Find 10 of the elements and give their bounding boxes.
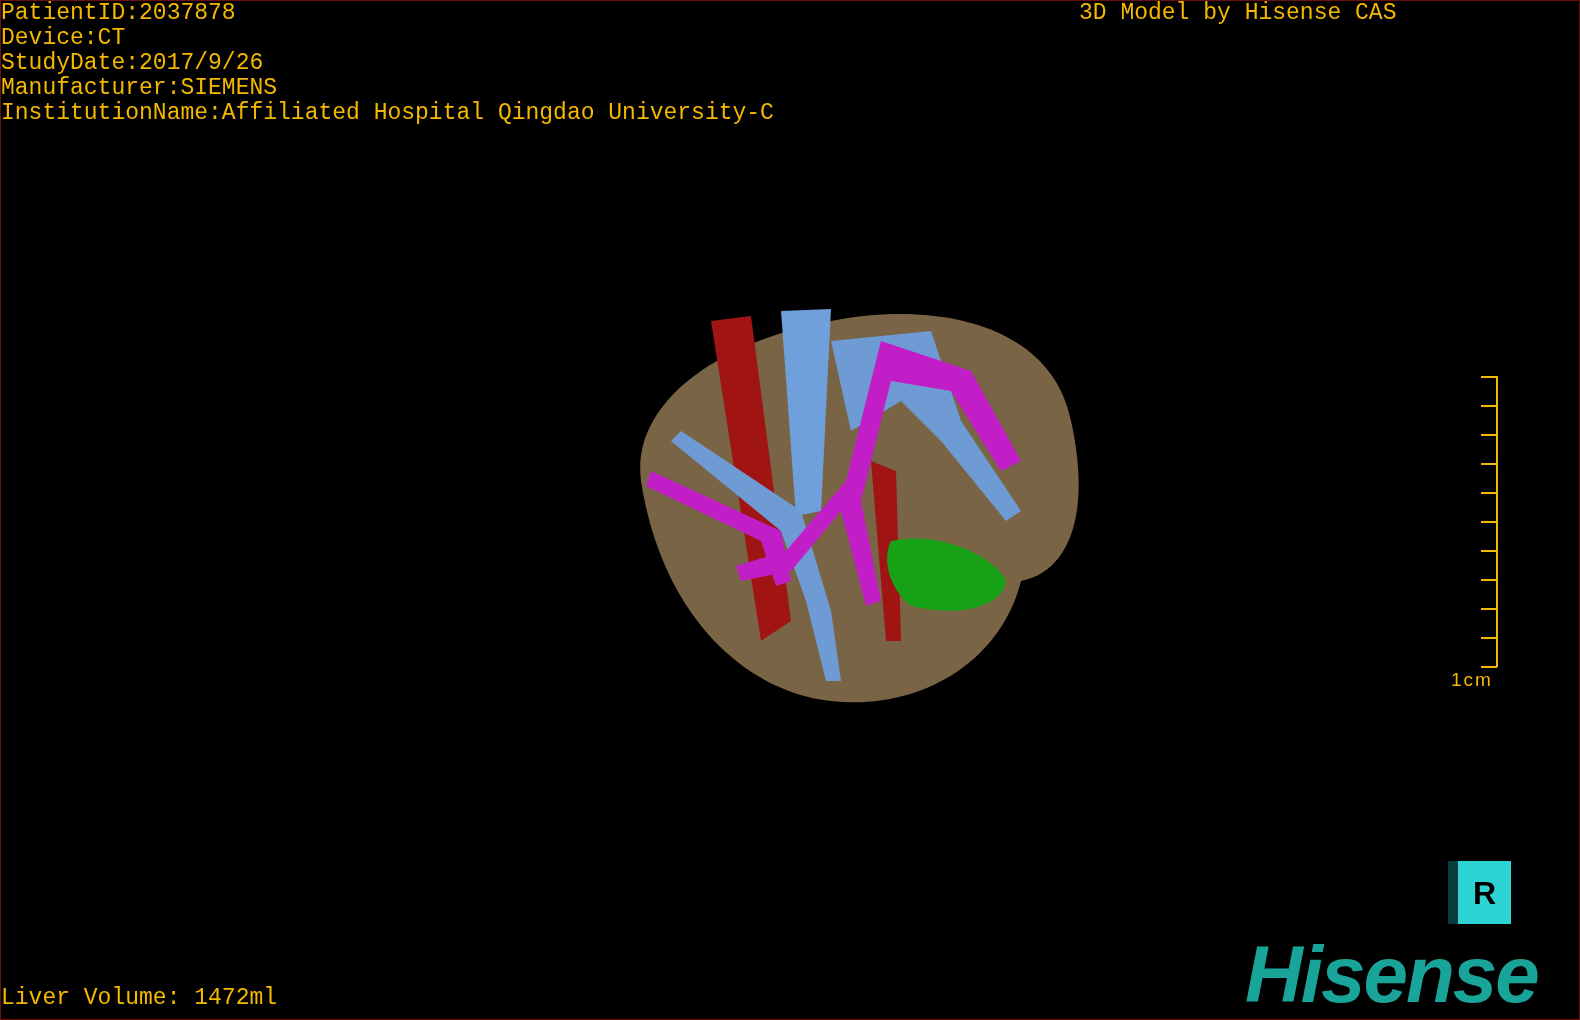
study-info-text: Manufacturer:SIEMENS xyxy=(1,76,279,101)
header-title: 3D Model by Hisense CAS xyxy=(1079,1,1397,26)
study-info-text: PatientID:2037878 xyxy=(1,1,237,26)
brand-logo: Hisense xyxy=(1245,935,1538,1015)
study-info-text: InstitutionName:Affiliated Hospital Qingdao University-C xyxy=(1,101,774,126)
study-info-text: Device:CT xyxy=(1,26,127,51)
liver-volume-text: Liver Volume: 1472ml xyxy=(1,986,278,1011)
study-info-text: StudyDate:2017/9/26 xyxy=(1,51,265,76)
orientation-cube[interactable]: R xyxy=(1448,861,1511,924)
scale-label: 1cm xyxy=(1451,669,1493,691)
